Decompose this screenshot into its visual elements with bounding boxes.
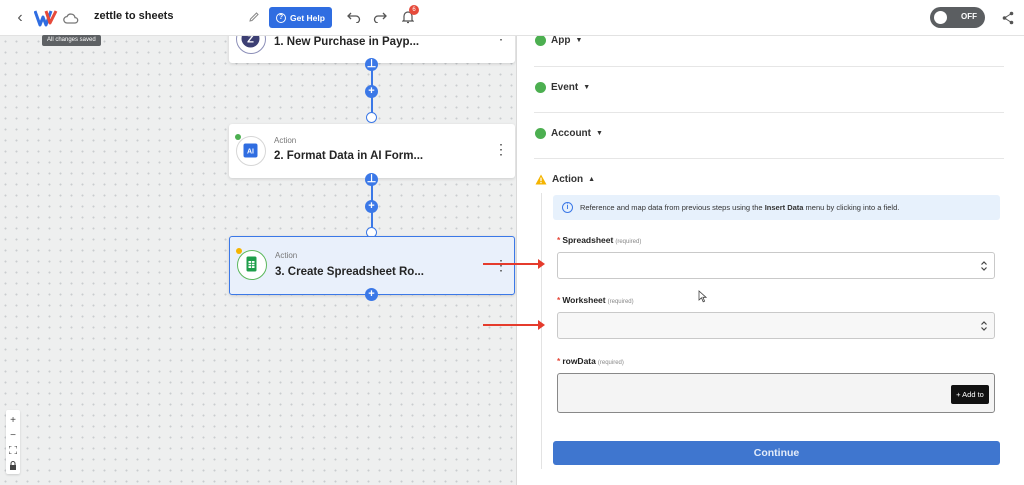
workflow-node-2[interactable]: AI Action 2. Format Data in AI Form... ⋮ <box>229 124 515 178</box>
annotation-arrow <box>483 320 545 330</box>
workflow-title[interactable]: zettle to sheets <box>94 10 173 22</box>
branch-connector-icon[interactable]: ⊥ <box>365 58 378 71</box>
event-section-toggle[interactable]: Event ▼ <box>535 82 590 93</box>
updown-chevron-icon <box>981 261 987 271</box>
node-label: Action <box>275 251 298 260</box>
node-label: Action <box>274 136 297 145</box>
notification-badge: 6 <box>409 5 419 15</box>
mouse-cursor-icon <box>698 290 707 303</box>
info-banner: i Reference and map data from previous s… <box>553 195 1000 220</box>
chevron-up-icon: ▲ <box>588 176 596 183</box>
rowdata-label: * rowData (required) <box>557 356 624 366</box>
lock-icon[interactable] <box>6 458 20 472</box>
worksheet-label: * Worksheet (required) <box>557 295 634 305</box>
account-section-toggle[interactable]: Account ▼ <box>535 128 603 139</box>
event-section-divider <box>534 67 1004 113</box>
app-section-toggle[interactable]: App ▼ <box>535 35 582 46</box>
node-title: 1. New Purchase in Payp... <box>274 36 420 48</box>
ai-formatter-icon: AI <box>236 136 266 166</box>
node-menu-icon[interactable]: ⋮ <box>494 141 508 157</box>
updown-chevron-icon <box>981 321 987 331</box>
account-section-divider <box>534 113 1004 159</box>
get-help-button[interactable]: ? Get Help <box>269 7 332 28</box>
node-title: 2. Format Data in AI Form... <box>274 150 424 162</box>
add-step-plus-icon[interactable]: + <box>365 85 378 98</box>
action-section-rule <box>541 193 542 469</box>
node-status-dot <box>235 134 241 140</box>
app-logo[interactable] <box>34 8 58 28</box>
back-chevron-icon[interactable]: ‹ <box>12 9 28 27</box>
chevron-down-icon: ▼ <box>596 130 603 137</box>
get-help-label: Get Help <box>290 12 325 23</box>
question-icon: ? <box>276 12 287 23</box>
worksheet-select[interactable] <box>557 312 995 339</box>
check-circle-icon <box>535 35 546 46</box>
spreadsheet-select[interactable] <box>557 252 995 279</box>
fit-view-icon[interactable] <box>6 443 20 457</box>
annotation-arrow <box>483 259 545 269</box>
toggle-knob <box>934 11 947 24</box>
zoom-in-icon[interactable]: + <box>6 413 20 427</box>
add-step-plus-icon[interactable]: + <box>365 288 378 301</box>
top-bar: ‹ zettle to sheets ? Get Help 6 OFF <box>0 0 1024 36</box>
redo-icon[interactable] <box>372 9 388 25</box>
edit-pencil-icon[interactable] <box>247 10 261 24</box>
zoom-controls: + − <box>6 410 20 474</box>
continue-button[interactable]: Continue <box>553 441 1000 465</box>
chevron-down-icon: ▼ <box>575 37 583 44</box>
workflow-on-off-toggle[interactable]: OFF <box>930 7 985 28</box>
warning-icon <box>535 174 547 185</box>
event-section-label: Event <box>551 82 579 93</box>
action-section-toggle[interactable]: Action ▲ <box>535 174 595 185</box>
app-section-divider <box>534 36 1004 67</box>
info-icon: i <box>562 202 573 213</box>
chevron-down-icon: ▼ <box>583 84 591 91</box>
add-to-button[interactable]: + Add to <box>951 385 989 404</box>
spreadsheet-label: * Spreadsheet (required) <box>557 235 642 245</box>
node-menu-icon[interactable]: ⋮ <box>494 257 508 273</box>
saved-tooltip: All changes saved <box>42 35 101 46</box>
info-text: Reference and map data from previous ste… <box>580 203 900 212</box>
connector-ring <box>366 112 377 123</box>
toggle-label: OFF <box>961 12 977 21</box>
google-sheets-icon <box>237 250 267 280</box>
node-title: 3. Create Spreadsheet Ro... <box>275 266 424 278</box>
svg-text:AI: AI <box>247 149 254 156</box>
action-section-label: Action <box>552 174 584 185</box>
check-circle-icon <box>535 128 546 139</box>
undo-icon[interactable] <box>346 9 362 25</box>
account-section-label: Account <box>551 128 591 139</box>
cloud-saved-icon[interactable] <box>62 9 80 27</box>
branch-connector-icon[interactable]: ⊥ <box>365 173 378 186</box>
add-step-plus-icon[interactable]: + <box>365 200 378 213</box>
zoom-out-icon[interactable]: − <box>6 428 20 442</box>
share-icon[interactable] <box>1000 9 1016 27</box>
app-section-label: App <box>551 35 571 46</box>
rowdata-input[interactable] <box>557 373 995 413</box>
workflow-node-3[interactable]: Action 3. Create Spreadsheet Ro... ⋮ <box>229 236 515 295</box>
node-status-dot <box>236 248 242 254</box>
check-circle-icon <box>535 82 546 93</box>
